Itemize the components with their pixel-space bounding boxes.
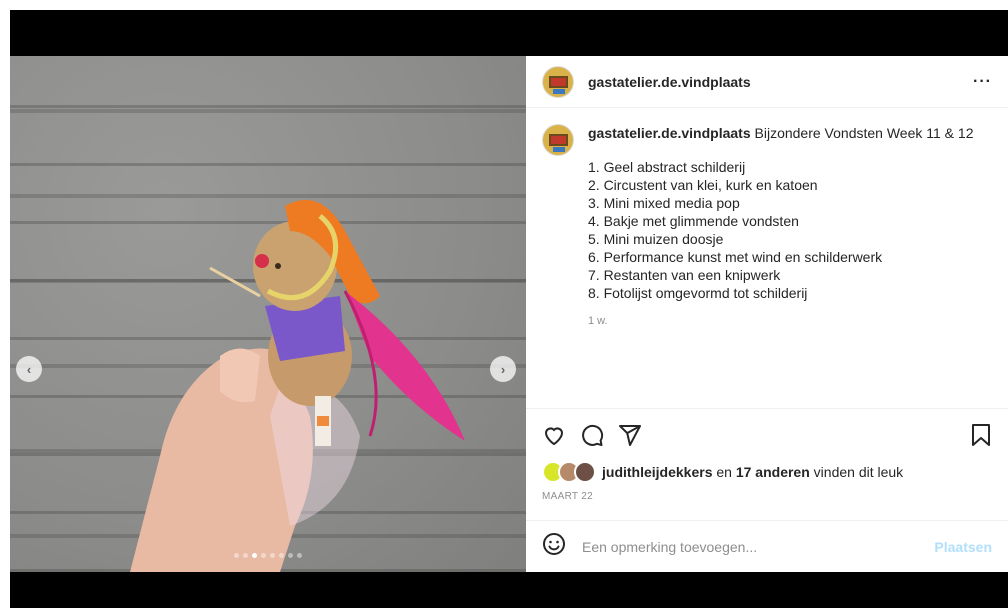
post-details-panel: gastatelier.de.vindplaats ··· gastatelie…	[526, 56, 1008, 572]
chevron-right-icon: ›	[500, 361, 506, 377]
likes-suffix: vinden dit leuk	[809, 464, 904, 480]
liker-username[interactable]: judithleijdekkers	[602, 464, 712, 480]
next-image-button[interactable]: ›	[490, 356, 516, 382]
carousel-dot	[297, 553, 302, 558]
carousel-dot	[270, 553, 275, 558]
figure-illustration	[10, 109, 526, 572]
caption: gastatelier.de.vindplaats Bijzondere Von…	[526, 108, 1008, 330]
carousel-dot	[279, 553, 284, 558]
share-icon[interactable]	[618, 423, 642, 447]
list-item: 4. Bakje met glimmende vondsten	[588, 213, 799, 229]
list-item: 1. Geel abstract schilderij	[588, 159, 746, 175]
comment-bar: Plaatsen	[526, 520, 1008, 572]
list-item: 8. Fotolijst omgevormd tot schilderij	[588, 285, 808, 301]
likes-connector: en	[712, 464, 736, 480]
list-item: 5. Mini muizen doosje	[588, 231, 724, 247]
caption-list: 1. Geel abstract schilderij 2. Circusten…	[588, 158, 973, 302]
likes-text: judithleijdekkers en 17 anderen vinden d…	[602, 464, 903, 480]
comment-icon[interactable]	[580, 423, 604, 447]
post-image: ‹ ›	[10, 56, 526, 572]
list-item: 6. Performance kunst met wind en schilde…	[588, 249, 883, 265]
post-header: gastatelier.de.vindplaats ···	[526, 56, 1008, 108]
liker-avatar[interactable]	[574, 461, 596, 483]
list-item: 7. Restanten van een knipwerk	[588, 267, 781, 283]
likes-others[interactable]: 17 anderen	[736, 464, 810, 480]
chevron-left-icon: ‹	[26, 361, 32, 377]
heart-icon[interactable]	[542, 423, 566, 447]
carousel-dot	[288, 553, 293, 558]
bookmark-icon[interactable]	[970, 423, 992, 447]
more-options-icon[interactable]: ···	[973, 73, 992, 91]
avatar[interactable]	[542, 65, 574, 98]
header-username[interactable]: gastatelier.de.vindplaats	[588, 74, 751, 90]
carousel-dot-active	[252, 553, 257, 558]
carousel-indicator	[10, 553, 526, 558]
caption-timestamp[interactable]: 1 w.	[588, 312, 973, 330]
action-bar: judithleijdekkers en 17 anderen vinden d…	[526, 408, 1008, 510]
caption-text: gastatelier.de.vindplaats Bijzondere Von…	[588, 124, 973, 330]
carousel-dot	[243, 553, 248, 558]
list-item: 2. Circustent van klei, kurk en katoen	[588, 177, 818, 193]
caption-avatar[interactable]	[542, 124, 574, 156]
comment-input[interactable]	[580, 537, 935, 556]
caption-title: Bijzondere Vondsten Week 11 & 12	[754, 125, 974, 141]
emoji-icon[interactable]	[542, 532, 566, 561]
previous-image-button[interactable]: ‹	[16, 356, 42, 382]
likes-summary: judithleijdekkers en 17 anderen vinden d…	[542, 461, 992, 483]
post-comment-button[interactable]: Plaatsen	[934, 539, 992, 555]
carousel-dot	[261, 553, 266, 558]
list-item: 3. Mini mixed media pop	[588, 195, 740, 211]
post-date[interactable]: MAART 22	[542, 491, 992, 502]
carousel-dot	[234, 553, 239, 558]
caption-username[interactable]: gastatelier.de.vindplaats	[588, 125, 751, 141]
